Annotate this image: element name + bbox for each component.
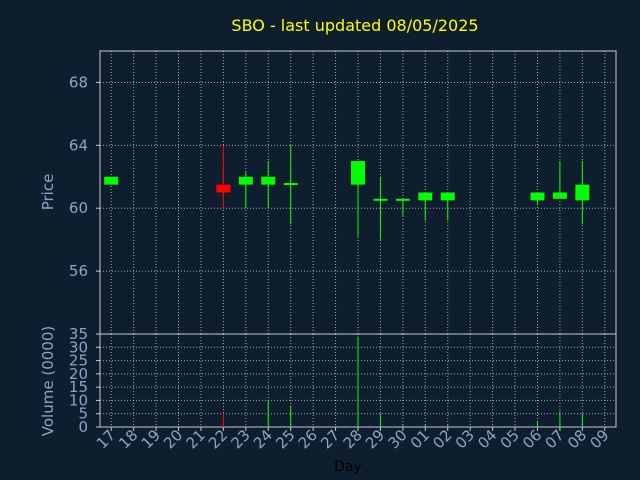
candlestick-chart: SBO - last updated 08/05/2025 56 60 64 68 0… bbox=[39, 16, 617, 475]
price-axis-label: Price bbox=[39, 174, 57, 211]
candle-body bbox=[238, 176, 253, 185]
candle-body bbox=[552, 192, 567, 199]
candle-body bbox=[104, 176, 119, 185]
candle-body bbox=[418, 192, 433, 201]
volume-tick-label: 35 bbox=[69, 325, 88, 343]
price-tick-label: 60 bbox=[69, 199, 88, 217]
chart-container: SBO - last updated 08/05/2025 56 60 64 68 0… bbox=[0, 0, 640, 480]
x-axis-label: Day bbox=[334, 459, 362, 475]
candle-body bbox=[351, 161, 365, 185]
price-tick-label: 56 bbox=[69, 262, 88, 280]
chart-title: SBO - last updated 08/05/2025 bbox=[231, 16, 478, 35]
candle-body bbox=[575, 184, 590, 201]
price-panel: 56 60 64 68 bbox=[69, 50, 617, 335]
volume-axis-label: Volume (0000) bbox=[39, 326, 57, 436]
volume-panel: 05101520253035 bbox=[69, 325, 617, 436]
x-tick-labels: 1718192021222324252627282930010203040506… bbox=[93, 426, 613, 452]
candle-body bbox=[395, 198, 410, 201]
x-tick-label: 09 bbox=[586, 426, 612, 452]
candle-body bbox=[530, 192, 545, 201]
price-tick-label: 68 bbox=[69, 73, 88, 91]
candle-body bbox=[440, 192, 455, 201]
candle-body bbox=[283, 183, 298, 186]
candle-body bbox=[216, 184, 231, 193]
candle-body bbox=[261, 176, 276, 185]
candle-body bbox=[373, 198, 388, 201]
price-tick-label: 64 bbox=[69, 136, 88, 154]
